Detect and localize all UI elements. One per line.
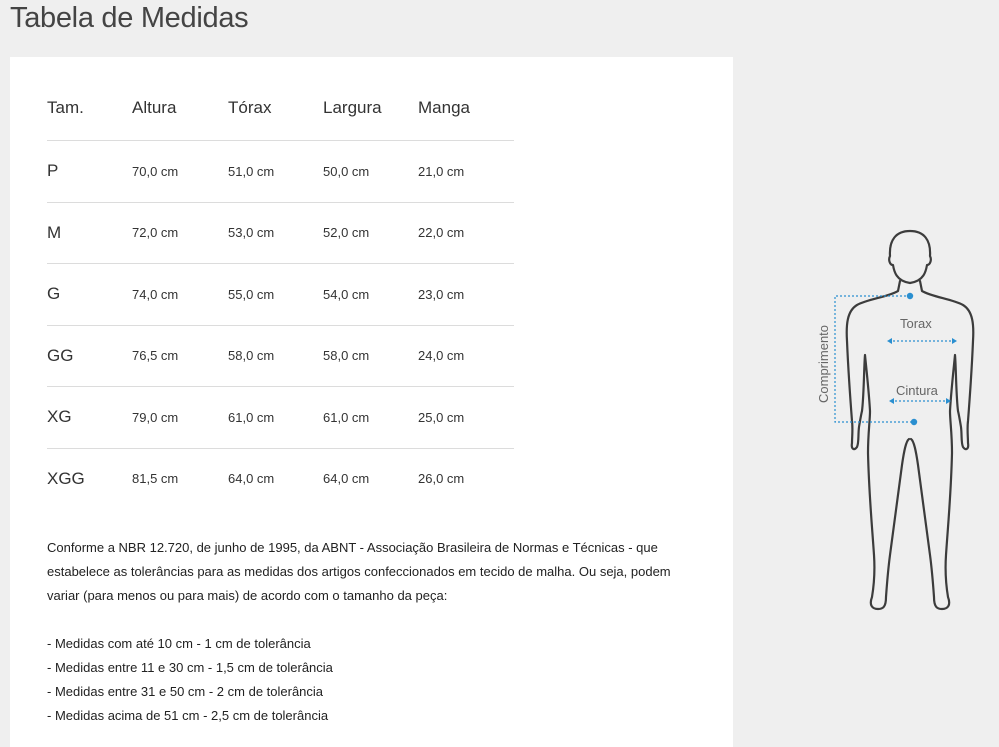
chest-label: Torax — [900, 316, 932, 331]
cell-size: XGG — [47, 468, 85, 488]
cell-largura: 61,0 cm — [323, 386, 418, 449]
cell-largura: 58,0 cm — [323, 325, 418, 387]
header-size: Tam. — [47, 75, 132, 141]
cell-manga: 26,0 cm — [418, 471, 465, 487]
cell-altura: 74,0 cm — [132, 263, 228, 326]
cell-largura: 52,0 cm — [323, 202, 418, 264]
length-label: Comprimento — [816, 325, 831, 403]
cell-altura: 81,5 cm — [132, 471, 179, 487]
table-row: P 70,0 cm 51,0 cm 50,0 cm 21,0 cm — [47, 140, 514, 203]
cell-manga: 21,0 cm — [418, 140, 514, 203]
header-altura: Altura — [132, 75, 228, 141]
cell-size: M — [47, 202, 132, 264]
cell-torax: 53,0 cm — [228, 202, 323, 264]
cell-size: GG — [47, 325, 132, 387]
waist-measure — [889, 398, 951, 404]
waist-label: Cintura — [896, 383, 939, 398]
cell-manga: 23,0 cm — [418, 263, 514, 326]
cell-torax: 58,0 cm — [228, 325, 323, 387]
header-largura: Largura — [323, 75, 418, 141]
length-top-dot — [906, 292, 914, 300]
length-bottom-dot — [910, 418, 918, 426]
cell-size: G — [47, 263, 132, 326]
cell-manga: 22,0 cm — [418, 202, 514, 264]
cell-largura: 64,0 cm — [323, 471, 370, 487]
size-table: Tam. Altura Tórax Largura Manga P 70,0 c… — [47, 75, 514, 509]
table-row: XGG 81,5 cm 64,0 cm 64,0 cm 26,0 cm — [47, 448, 514, 509]
cell-torax: 61,0 cm — [228, 386, 323, 449]
cell-altura: 70,0 cm — [132, 140, 228, 203]
list-item: - Medidas com até 10 cm - 1 cm de tolerâ… — [47, 636, 311, 651]
cell-torax: 55,0 cm — [228, 263, 323, 326]
list-item: - Medidas acima de 51 cm - 2,5 cm de tol… — [47, 708, 329, 723]
cell-largura: 54,0 cm — [323, 263, 418, 326]
table-row: GG 76,5 cm 58,0 cm 58,0 cm 24,0 cm — [47, 325, 514, 387]
cell-size: XG — [47, 386, 132, 449]
content-panel: Tam. Altura Tórax Largura Manga P 70,0 c… — [10, 57, 733, 747]
table-header-row: Tam. Altura Tórax Largura Manga — [47, 75, 514, 141]
body-outline — [845, 229, 975, 611]
cell-torax: 51,0 cm — [228, 140, 323, 203]
body-measurement-figure: Torax Cintura Comprimento — [816, 229, 975, 611]
cell-size: P — [47, 140, 132, 203]
table-row: M 72,0 cm 53,0 cm 52,0 cm 22,0 cm — [47, 202, 514, 264]
cell-altura: 72,0 cm — [132, 202, 228, 264]
tolerance-list: - Medidas com até 10 cm - 1 cm de tolerâ… — [47, 632, 333, 728]
cell-manga: 24,0 cm — [418, 325, 514, 387]
cell-altura: 76,5 cm — [132, 325, 228, 387]
list-item: - Medidas entre 31 e 50 cm - 2 cm de tol… — [47, 684, 324, 699]
cell-manga: 25,0 cm — [418, 386, 514, 449]
cell-torax: 64,0 cm — [228, 471, 275, 487]
table-row: G 74,0 cm 55,0 cm 54,0 cm 23,0 cm — [47, 263, 514, 326]
page-title: Tabela de Medidas — [10, 2, 249, 34]
list-item: - Medidas entre 11 e 30 cm - 1,5 cm de t… — [47, 660, 333, 675]
header-torax: Tórax — [228, 75, 323, 141]
cell-altura: 79,0 cm — [132, 386, 228, 449]
cell-largura: 50,0 cm — [323, 140, 418, 203]
header-manga: Manga — [418, 75, 514, 141]
chest-measure — [887, 338, 957, 344]
tolerance-note: Conforme a NBR 12.720, de junho de 1995,… — [47, 540, 671, 603]
head-shape — [888, 229, 932, 285]
table-row: XG 79,0 cm 61,0 cm 61,0 cm 25,0 cm — [47, 386, 514, 449]
